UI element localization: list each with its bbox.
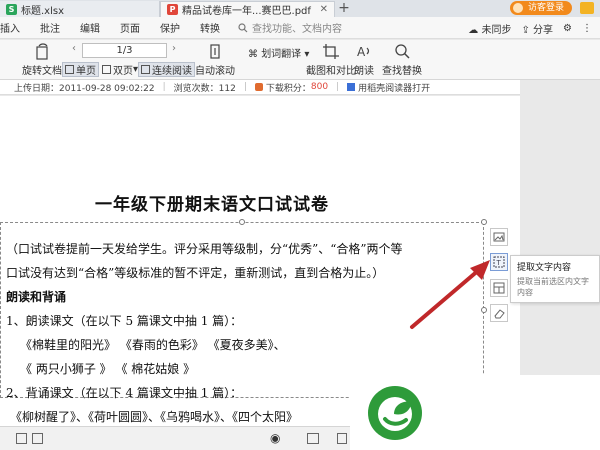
sync-label: 未同步 (481, 25, 512, 36)
eye-icon[interactable]: ◉ (270, 431, 280, 445)
translate-label: 划词翻译 (261, 49, 302, 60)
document-title: 一年级下册期末语文口试试卷 (95, 195, 329, 215)
search-icon (238, 22, 248, 32)
rotate-label: 旋转文档 (22, 66, 62, 77)
points-label: 下载积分： (265, 83, 311, 94)
open-with-reader-link[interactable]: 用稻壳阅读器打开 (358, 81, 430, 94)
screenshot-icon (323, 44, 339, 59)
login-label: 访客登录 (527, 3, 564, 13)
menu-item-insert[interactable]: 插入 (0, 20, 30, 35)
leaf-logo-icon (368, 386, 422, 440)
single-page-label: 单页 (76, 66, 96, 77)
menu-item-convert[interactable]: 转换 (190, 20, 230, 35)
points-value: 800 (310, 82, 329, 92)
close-icon[interactable]: ✕ (320, 4, 328, 15)
tooltip-title: 提取文字内容 (517, 263, 572, 273)
pdf-icon: P (167, 4, 178, 15)
doc-line: 1、朗读课文（在以下 5 篇课文中抽 1 篇）： (6, 314, 243, 328)
share-button[interactable]: ⇪ 分享 (521, 21, 553, 36)
menu-item-protect[interactable]: 保护 (150, 20, 190, 35)
svg-text:A: A (357, 45, 366, 59)
view-count: 浏览次数：112 (173, 83, 236, 94)
single-page-button[interactable]: 单页 (62, 62, 99, 77)
page-view-icon[interactable] (337, 433, 347, 444)
rotate-document-button[interactable]: 旋转文档 (22, 43, 62, 77)
continuous-read-label: 连续阅读 (152, 66, 192, 77)
tab-bar: S 标题.xlsx P 精品试卷库一年...赛巴巴.pdf ✕ + 访客登录 (0, 0, 600, 17)
divider: | (243, 82, 247, 92)
menu-bar: 插入 批注 编辑 页面 保护 转换 查找功能、文档内容 ☁ 未同步 ⇪ 分享 ⚙… (0, 17, 600, 39)
red-arrow-annotation (410, 260, 490, 329)
rotate-icon (36, 43, 48, 60)
menu-right-actions: ☁ 未同步 ⇪ 分享 ⚙ ⋮ (468, 21, 592, 36)
double-page-label: 双页 (113, 66, 133, 77)
single-page-icon (65, 65, 74, 74)
tooltip-description: 提取当前选区内文字内容 (517, 277, 589, 297)
doc-line: 口试没有达到“合格”等级标准的暂不评定，重新测试，直到合格为止。） (6, 266, 385, 280)
read-aloud-icon: A (357, 45, 370, 59)
menu-item-page[interactable]: 页面 (110, 20, 150, 35)
doc-heading: 朗读和背诵 (6, 290, 67, 304)
selection-handle[interactable] (481, 219, 487, 225)
doc-line: 2、背诵课文（在以下 4 篇课文中抽 1 篇）： (6, 386, 243, 400)
divider: | (336, 82, 340, 92)
avatar (512, 3, 523, 13)
sync-button[interactable]: ☁ 未同步 (468, 21, 511, 36)
read-aloud-button[interactable]: A 朗读 (354, 43, 374, 77)
window-control-button[interactable] (580, 2, 594, 14)
spreadsheet-icon: S (6, 3, 17, 15)
next-page-icon[interactable]: › (172, 43, 176, 54)
menu-search[interactable]: 查找功能、文档内容 (238, 20, 342, 35)
doc-line: 《 两只小狮子 》 《 棉花姑娘 》 (20, 362, 196, 376)
toolbar: 旋转文档 ‹ 1/3 › 单页 双页 ▾ 连续阅读 自动滚动 ⌘ 划词翻译 ▾ 截… (0, 40, 600, 80)
extract-text-tooltip: 提取文字内容 提取当前选区内文字内容 (510, 255, 600, 303)
menu-item-edit[interactable]: 编辑 (70, 20, 110, 35)
doc-line: （口试试卷提前一天发给学生。评分采用等级制，分“优秀”、“合格”两个等 (6, 242, 403, 256)
svg-text:T: T (496, 259, 502, 267)
auto-scroll-label: 自动滚动 (195, 66, 235, 77)
find-replace-icon (395, 44, 410, 59)
page-number-input[interactable]: 1/3 (82, 43, 167, 58)
points-icon (254, 83, 263, 91)
find-replace-button[interactable]: 查找替换 (382, 43, 422, 77)
double-page-button[interactable]: 双页 ▾ (100, 62, 140, 77)
tab-pdf[interactable]: P 精品试卷库一年...赛巴巴.pdf ✕ (160, 1, 335, 17)
visitor-login-button[interactable]: 访客登录 (509, 1, 572, 15)
sidebar-toggle-icon[interactable] (16, 433, 27, 444)
tab-label: 标题.xlsx (21, 5, 65, 17)
search-placeholder: 查找功能、文档内容 (252, 24, 342, 35)
prev-page-icon[interactable]: ‹ (72, 43, 76, 54)
tab-label: 精品试卷库一年...赛巴巴.pdf (182, 6, 311, 17)
double-page-icon (102, 65, 111, 74)
screenshot-label: 截图和对比 (306, 66, 356, 77)
image-icon (493, 232, 505, 242)
cloud-icon: ☁ (468, 25, 479, 36)
new-tab-button[interactable]: + (335, 1, 353, 17)
divider: | (162, 82, 166, 92)
reader-icon (347, 83, 356, 91)
fit-page-icon[interactable] (307, 433, 319, 444)
translate-button[interactable]: ⌘ 划词翻译 ▾ (248, 45, 309, 60)
selection-handle[interactable] (239, 219, 245, 225)
continuous-read-button[interactable]: 连续阅读 (138, 62, 195, 77)
auto-scroll-icon (210, 44, 220, 59)
doc-line: 《柳树醒了》、《荷叶圆圆》、《乌鸦喝水》、《四个太阳》 (10, 410, 299, 424)
settings-icon[interactable]: ⚙ (563, 23, 572, 34)
read-aloud-label: 朗读 (354, 66, 374, 77)
tab-spreadsheet[interactable]: S 标题.xlsx (0, 1, 160, 17)
upload-date: 上传日期：2011-09-28 09:02:22 (14, 83, 155, 94)
image-tool-button[interactable] (490, 228, 508, 246)
doc-line: 《棉鞋里的阳光》 《春雨的色彩》 《夏夜多美》、 (20, 338, 286, 352)
screenshot-compare-button[interactable]: 截图和对比 (306, 43, 356, 77)
translate-icon: ⌘ (248, 49, 258, 60)
share-label: 分享 (533, 25, 554, 36)
continuous-read-icon (141, 65, 150, 74)
auto-scroll-button[interactable]: 自动滚动 (195, 43, 235, 77)
share-icon: ⇪ (521, 25, 530, 36)
exit-icon[interactable] (32, 433, 43, 444)
menu-item-annotate[interactable]: 批注 (30, 20, 70, 35)
document-info-bar: 上传日期：2011-09-28 09:02:22 | 浏览次数：112 | 下载… (0, 80, 520, 95)
find-replace-label: 查找替换 (382, 66, 422, 77)
more-icon[interactable]: ⋮ (582, 23, 592, 34)
